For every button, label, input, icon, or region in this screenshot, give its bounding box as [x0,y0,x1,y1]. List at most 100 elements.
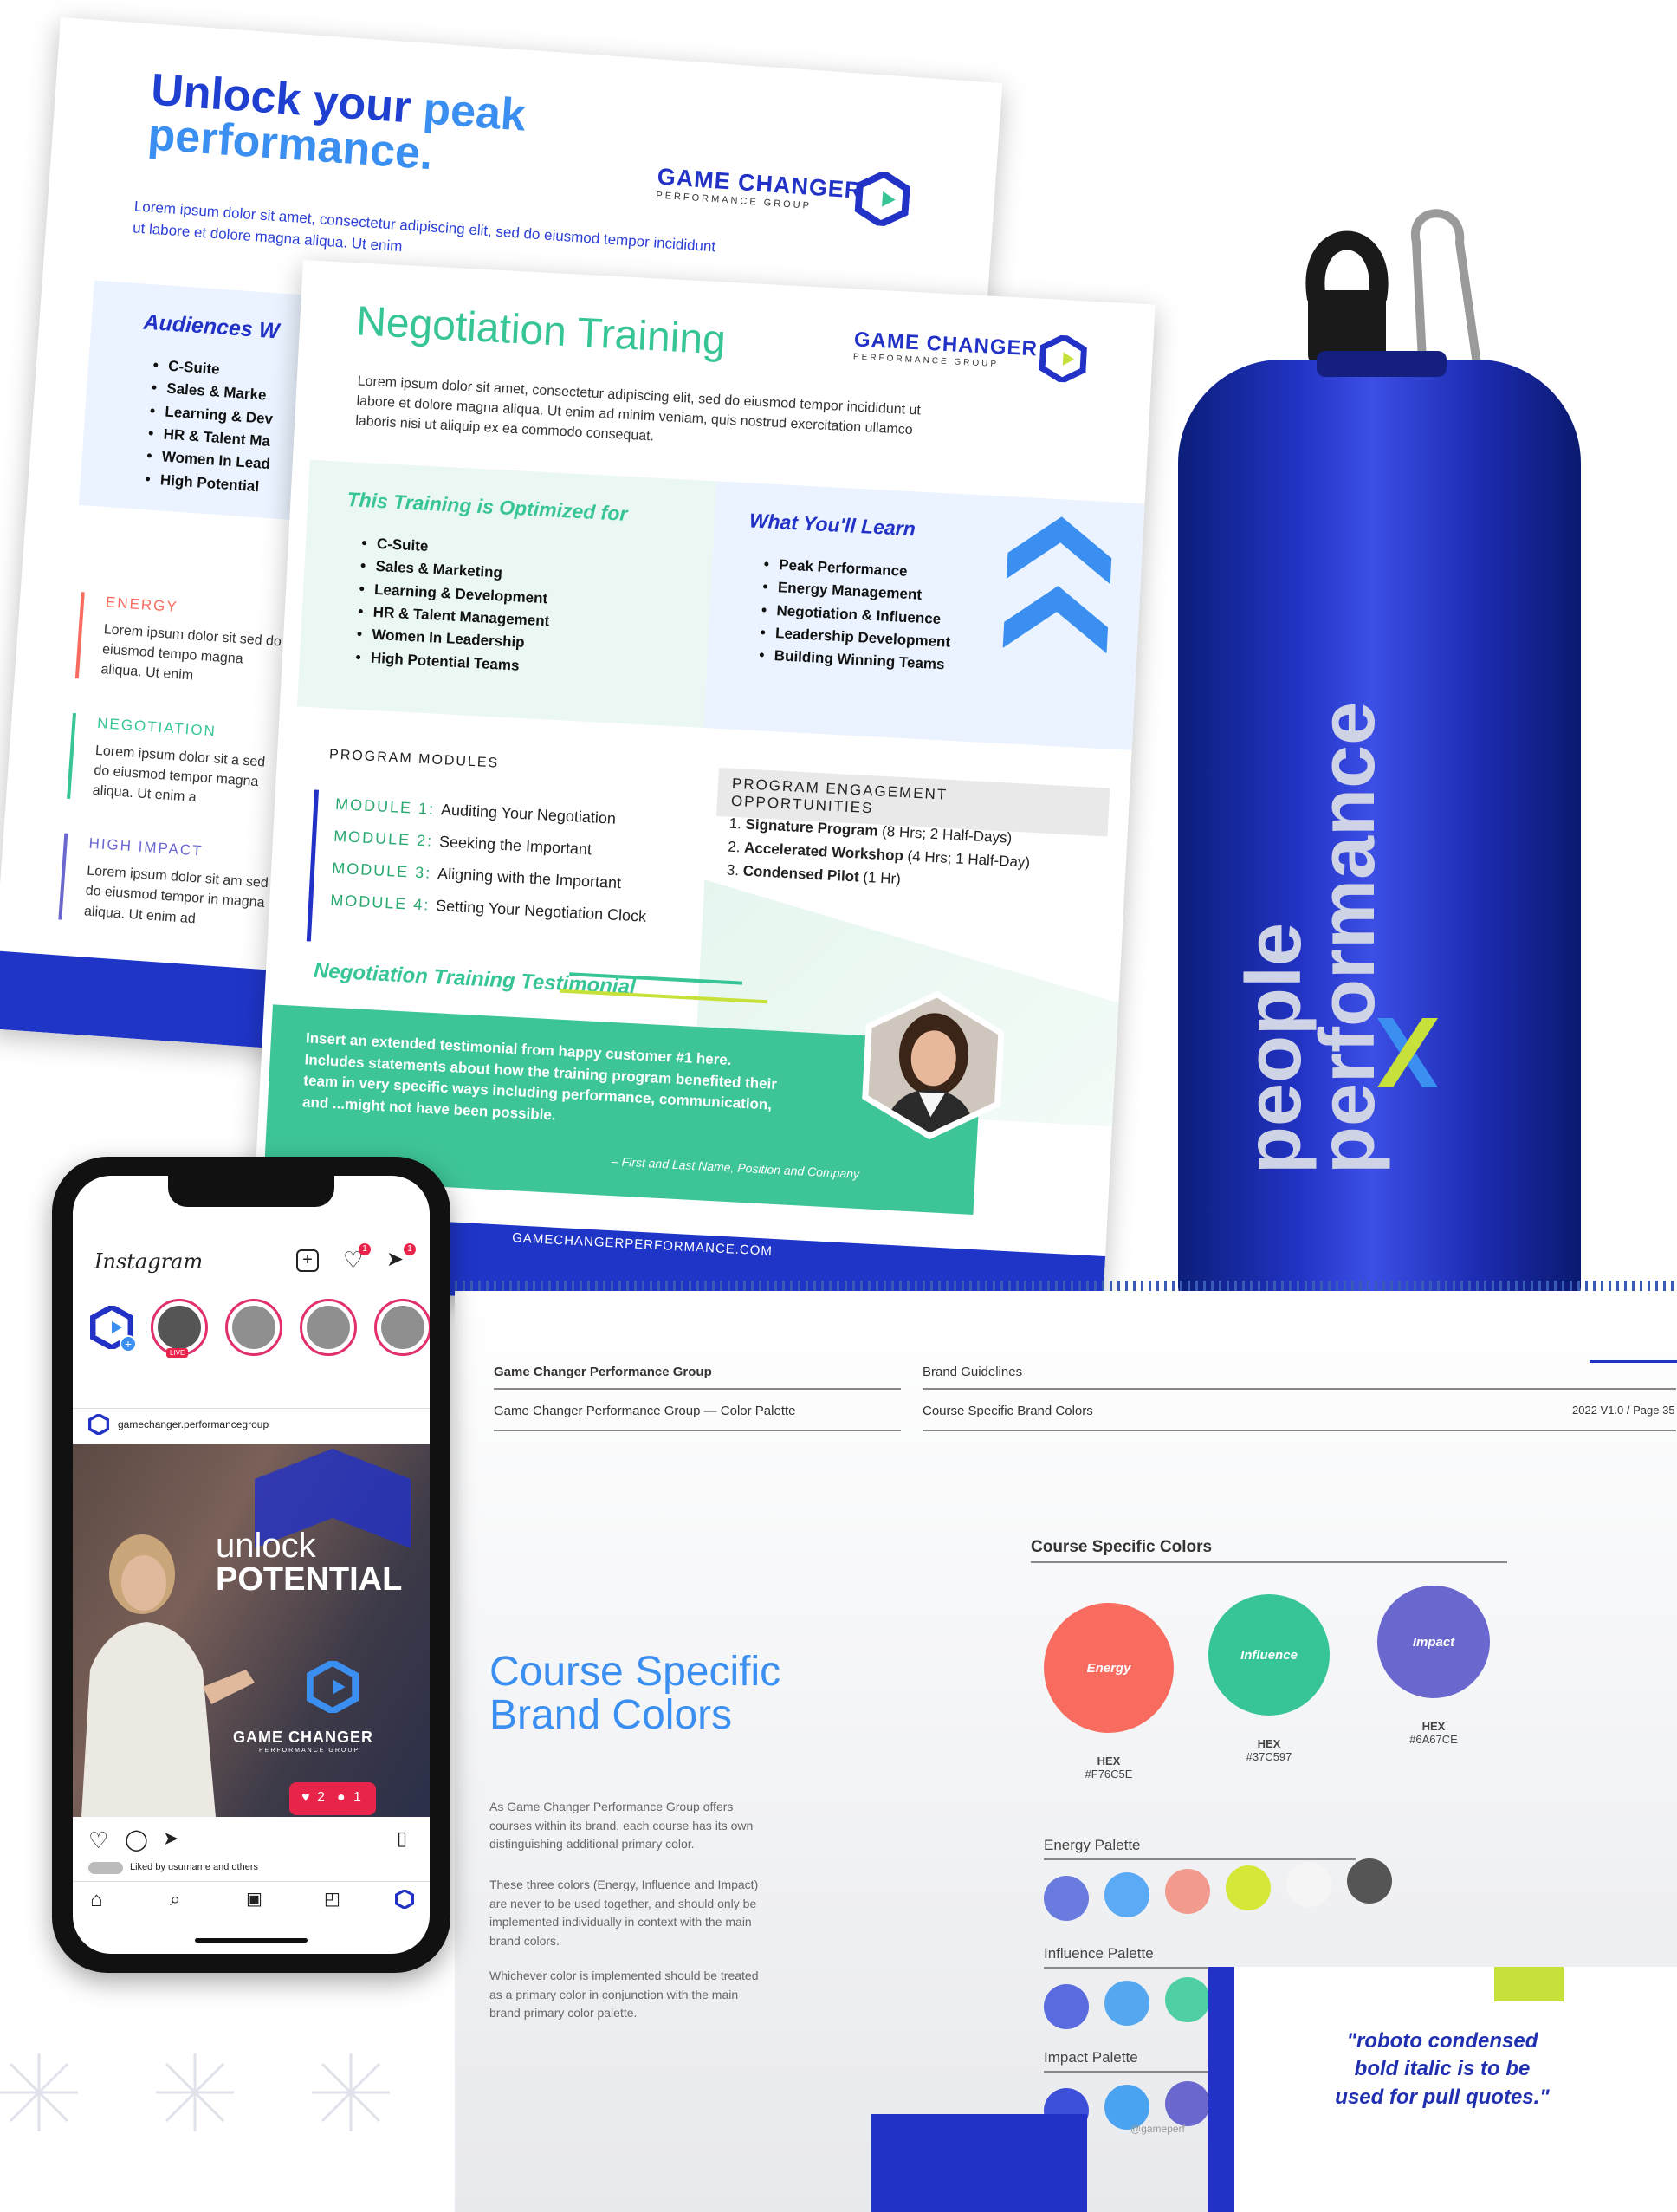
cap-loop-icon [1305,230,1389,364]
game-changer-logo-icon [854,170,910,228]
own-story-avatar[interactable]: + [90,1303,137,1352]
engagement-detail: (4 Hrs; 1 Half-Day) [907,847,1031,872]
home-indicator [195,1938,308,1943]
account-avatar-icon[interactable] [88,1414,109,1435]
add-post-icon[interactable]: + [296,1249,319,1272]
title-line1: Course Specific [489,1649,781,1695]
hex-value: #6A67CE [1409,1733,1458,1746]
color-hex: HEX #F76C5E [1074,1755,1143,1781]
like-icon[interactable]: ♡ [88,1827,108,1854]
header-rule-left [494,1388,901,1390]
learn-list: Peak PerformanceEnergy ManagementNegotia… [754,553,955,677]
module-row: MODULE 3: Aligning with the Important [332,860,679,896]
bookmark-icon[interactable]: ▯ [397,1827,407,1850]
palette-title: Impact Palette [1044,2049,1138,2066]
home-icon[interactable]: ⌂ [90,1888,103,1912]
chevron-decoration-icon [1002,516,1112,654]
color-circle-influence: Influence [1208,1594,1330,1716]
modules-accent-bar [306,789,320,942]
share-icon[interactable]: ➤ [163,1827,178,1850]
palette-swatch [1104,1872,1149,1917]
module-name: Setting Your Negotiation Clock [435,897,647,925]
color-hex: HEX #37C597 [1234,1737,1304,1763]
header-rule-mid [923,1388,1676,1390]
reels-icon[interactable]: ▣ [246,1888,262,1910]
story-avatar[interactable] [374,1299,430,1356]
send-icon[interactable]: ➤ [386,1247,404,1272]
story-avatar[interactable] [225,1299,282,1356]
category-text: Lorem ipsum dolor sit a sed do eiusmod t… [92,743,266,806]
comment-icon[interactable]: ◯ [125,1827,148,1852]
water-bottle: performance people [1178,351,1581,1304]
audiences-title: Audiences W [142,309,281,344]
live-badge: LIVE [166,1348,189,1358]
hex-label: HEX [1257,1737,1281,1750]
profile-icon[interactable] [395,1890,414,1909]
post-account-name[interactable]: gamechanger.performancegroup [118,1418,269,1430]
search-icon[interactable]: ⌕ [170,1888,180,1910]
hex-value: #37C597 [1246,1750,1292,1763]
game-changer-logo-icon [1039,334,1087,384]
activity-popup: ♥ 2 ● 1 [289,1782,376,1815]
hex-label: HEX [1421,1720,1446,1733]
shop-icon[interactable]: ◰ [324,1888,340,1910]
likes-text: Liked by usurname and others [130,1862,258,1872]
optimized-list: C-SuiteSales & MarketingLearning & Devel… [351,532,554,679]
flyer-peak-headline: Unlock your peak performance. [146,65,528,184]
engagement-detail: (1 Hr) [862,869,902,888]
testimonial-text: Insert an extended testimonial from happ… [301,1029,778,1124]
activity-comment-icon: ● [337,1790,346,1805]
palette-swatch [1104,1981,1149,2026]
starburst-decoration-icon [156,2053,234,2131]
learn-title: What You'll Learn [748,509,916,541]
brand-guideline-page: Game Changer Performance Group Game Chan… [455,1291,1677,2212]
modules-title: PROGRAM MODULES [328,747,500,771]
module-number: MODULE 1: [334,795,442,819]
testimonial-portrait-avatar [862,990,1005,1140]
starburst-decoration-icon [0,2053,78,2131]
lime-swatch [1494,1967,1564,2001]
course-colors-title: Course Specific Brand Colors [489,1649,781,1738]
engagement-name: Signature Program [745,815,883,840]
optimized-title: This Training is Optimized for [346,488,629,525]
module-row: MODULE 4: Setting Your Negotiation Clock [330,892,677,928]
palette-swatch [1165,1869,1210,1914]
palette-swatch [1286,1862,1331,1907]
footer-handle: @gameperf [1130,2123,1185,2135]
header-mid-title: Brand Guidelines [923,1365,1023,1379]
category-text: Lorem ipsum dolor sit sed do eiusmod tem… [100,622,282,684]
paragraph-3: Whichever color is implemented should be… [489,1969,759,2021]
bottle-cap-loop [1299,204,1395,368]
instagram-logo: Instagram [94,1249,204,1274]
palette-swatch [1165,1977,1210,2022]
testimonial-author: – First and Last Name, Position and Comp… [611,1154,860,1182]
stories-row: + LIVE [73,1299,430,1368]
smartphone: Instagram + ♡ 1 ➤ 1 + LIVE gamechanger.p… [52,1157,450,1973]
hex-value: #F76C5E [1085,1768,1133,1781]
optimized-band: This Training is Optimized for C-SuiteSa… [297,459,717,728]
header-left-sub: Game Changer Performance Group — Color P… [494,1404,796,1418]
header-rule-left-2 [494,1430,901,1431]
engagement-name: Condensed Pilot [742,862,864,886]
footer-bar [871,2114,1087,2212]
instagram-screen: Instagram + ♡ 1 ➤ 1 + LIVE gamechanger.p… [73,1176,430,1954]
post-logo-subtitle: PERFORMANCE GROUP [259,1748,360,1754]
course-colors-heading: Course Specific Colors [1031,1538,1213,1556]
flyer-peak-logo: GAME CHANGER PERFORMANCE GROUP [656,164,917,228]
post-image[interactable]: unlock POTENTIAL GAME CHANGER PERFORMANC… [73,1444,430,1817]
post-text-unlock: unlock [216,1527,316,1565]
negotiation-title: Negotiation Training [354,298,728,364]
hex-label: HEX [1097,1755,1121,1768]
live-story[interactable]: LIVE [151,1299,208,1358]
add-story-icon[interactable]: + [120,1335,137,1352]
story-avatar[interactable] [300,1299,357,1356]
page-number: 2022 V1.0 / Page 35 [1572,1404,1675,1417]
activity-likes-count: 2 [317,1790,325,1805]
header-accent [1590,1360,1677,1363]
audiences-list: C-SuiteSales & MarkeLearning & DevHR & T… [140,354,277,499]
category-name: ENERGY [105,594,179,616]
negotiation-intro: Lorem ipsum dolor sit amet, consectetur … [354,373,922,444]
category-block: HIGH IMPACT Lorem ipsum dolor sit am sed … [58,833,272,934]
tabbar-divider [73,1881,430,1882]
course-colors-rule [1031,1561,1507,1563]
